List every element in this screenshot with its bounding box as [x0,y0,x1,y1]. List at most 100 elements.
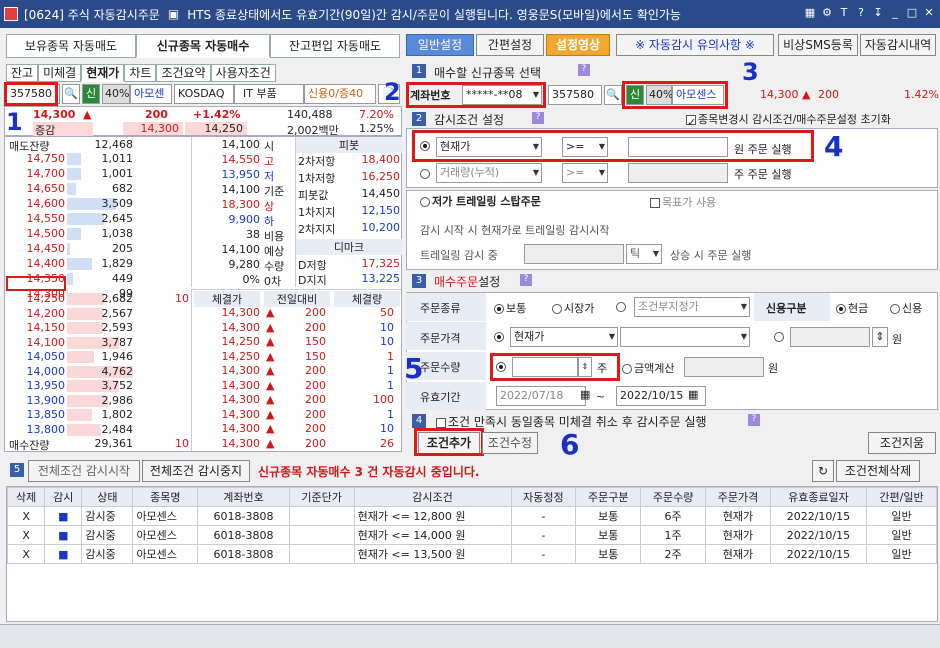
subtab-chart[interactable]: 차트 [124,64,157,82]
bid-price[interactable]: 13,900 [9,394,66,407]
trade-change: 200 [305,364,326,377]
order-type-normal[interactable]: 보통 [494,300,526,316]
subtab-balance[interactable]: 잔고 [6,64,39,82]
subtab-unfilled[interactable]: 미체결 [38,64,82,82]
ask-price[interactable]: 14,650 [9,182,66,195]
target-option[interactable]: 목표가 사용 [650,194,716,210]
search-icon[interactable]: 🔍 [604,85,622,105]
pin-icon[interactable]: ↧ [871,5,885,21]
order-type-market[interactable]: 시장가 [552,300,594,316]
ask-price[interactable]: 14,450 [9,242,66,255]
close-icon[interactable]: ✕ [922,5,936,21]
subtab-summary[interactable]: 조건요약 [156,64,211,82]
bid-price[interactable]: 14,150 [9,321,66,334]
help-icon[interactable]: ? [532,112,544,124]
amount-input[interactable] [684,357,764,377]
market-label: KOSDAQ [174,84,234,104]
credit-cash[interactable]: 현금 [836,300,868,316]
caution-button[interactable]: ※ 자동감시 유의사항 ※ [616,34,774,56]
bid-price[interactable]: 14,250 [9,292,66,305]
cond2-value-input[interactable] [628,163,728,183]
amount-calc-radio[interactable]: 금액계산 [622,360,674,376]
order-price-input[interactable] [790,327,870,347]
order-price-select[interactable]: 현재가 [510,327,618,347]
general-settings-button[interactable]: 일반설정 [406,34,474,56]
clear-all-button[interactable]: 조건전체삭제 [836,460,920,482]
table-row[interactable]: X ■ 감시중 아모센스 6018-3808 현재가 <= 13,500 원 - 보통 2주 현재… [6,544,937,564]
bid-price[interactable]: 14,000 [9,365,66,378]
table-cell[interactable]: X [6,544,46,564]
bid-price[interactable]: 14,100 [9,336,66,349]
cond2-radio[interactable] [420,167,432,180]
table-cell[interactable]: ■ [44,544,83,564]
search-icon[interactable]: 🔍 [62,84,80,104]
cond2-select[interactable]: 거래량(누적) [436,163,542,183]
history-button[interactable]: 자동감시내역 [860,34,936,56]
bid-price[interactable]: 13,850 [9,408,66,421]
trade-price: 14,300 [221,306,261,319]
table-cell[interactable]: ■ [44,506,83,526]
price-spin-icon[interactable]: ⇕ [872,327,888,347]
ask-price[interactable]: 14,500 [9,227,66,240]
cond2-operator[interactable]: >= [562,163,608,183]
table-row[interactable]: X ■ 감시중 아모센스 6018-3808 현재가 <= 14,000 원 - 보통 1주 현재… [6,525,937,545]
table-cell: 2주 [640,544,707,564]
toolbar-icon[interactable]: ▦ [803,5,817,21]
tick-select[interactable]: 틱 [626,244,662,264]
ask-price[interactable]: 14,750 [9,152,66,165]
help-icon[interactable]: ? [520,274,532,286]
sec1-price: 14,300 [760,88,799,101]
refresh-icon[interactable]: ↻ [812,460,834,482]
minimize-icon[interactable]: _ [888,5,902,21]
delete-condition-button[interactable]: 조건지움 [868,432,936,454]
reset-checkbox[interactable]: ✓ [686,115,696,129]
font-icon[interactable]: T [837,5,851,21]
order-price-sub-select[interactable] [620,327,750,347]
bid-price[interactable]: 14,050 [9,350,66,363]
table-header: 상태 [81,487,134,507]
credit-loan[interactable]: 신용 [890,300,922,316]
modify-condition-button[interactable]: 조건수정 [482,432,538,454]
order-price-radio[interactable] [494,330,506,343]
table-row[interactable]: X ■ 감시중 아모센스 6018-3808 현재가 <= 12,800 원 - 보통 6주 현재… [6,506,937,526]
start-date-input[interactable]: 2022/07/18 [496,386,586,406]
subtab-user-cond[interactable]: 사용자조건 [210,64,276,82]
tab-new-buy[interactable]: 신규종목 자동매수 [136,34,270,58]
start-all-button[interactable]: 전체조건 감시시작 [28,460,140,482]
maximize-icon[interactable]: □ [905,5,919,21]
table-cell: 현재가 [705,544,771,564]
ask-price[interactable]: 14,550 [9,212,66,225]
tab-balance-sell[interactable]: 잔고편입 자동매도 [270,34,400,58]
help-icon[interactable]: ? [578,64,590,76]
ask-price[interactable]: 14,400 [9,257,66,270]
trailing-value-input[interactable] [524,244,624,264]
reset-option[interactable]: ✓ 종목변경시 감시조건/매수주문설정 초기화 [686,111,891,129]
tab-holding-sell[interactable]: 보유종목 자동매도 [6,34,136,58]
table-cell[interactable]: ■ [44,525,83,545]
trailing-option[interactable]: 저가 트레일링 스탑주문 [420,193,541,209]
simple-settings-button[interactable]: 간편설정 [476,34,544,56]
table-header: 감시 [44,487,83,507]
table-cell[interactable]: X [6,525,46,545]
table-header: 주문구분 [575,487,642,507]
settings-video-button[interactable]: 설정영상 [546,34,610,56]
sms-register-button[interactable]: 비상SMS등록 [778,34,858,56]
subtab-current-price[interactable]: 현재가 [81,64,125,82]
bid-price[interactable]: 13,950 [9,379,66,392]
settings-icon[interactable]: ⚙ [820,5,834,21]
bid-price[interactable]: 13,800 [9,423,66,436]
ask-price[interactable]: 14,600 [9,197,66,210]
bid-price[interactable]: 14,200 [9,307,66,320]
order-type-cond-select[interactable]: 조건부지정가 [634,297,750,317]
help-icon[interactable]: ? [748,414,760,426]
help-icon[interactable]: ? [854,5,868,21]
calendar-icon[interactable]: ▦ [688,388,698,401]
calendar-icon[interactable]: ▦ [580,388,590,401]
table-cell[interactable]: X [6,506,46,526]
sec1-code-input[interactable]: 357580 [548,85,602,105]
order-type-cond-radio[interactable] [616,300,628,313]
order-price-radio-2[interactable] [774,330,786,343]
monitor-status: 신규종목 자동매수 3 건 자동감시 중입니다. [258,465,480,479]
stop-all-button[interactable]: 전체조건 감시중지 [142,460,250,482]
ask-price[interactable]: 14,700 [9,167,66,180]
